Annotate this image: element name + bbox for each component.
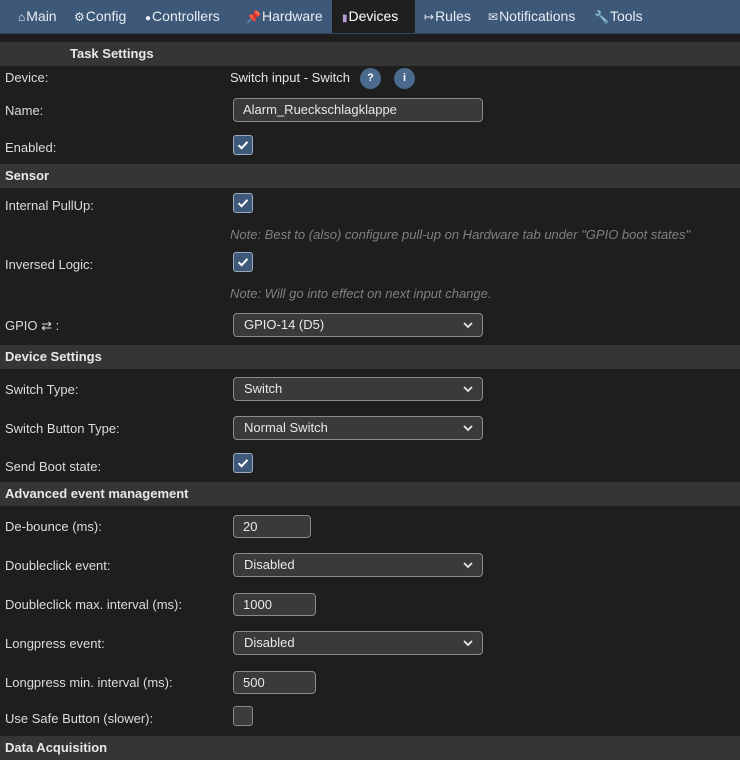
checkmark-icon <box>237 258 249 267</box>
tab-tools[interactable]: 🔧Tools <box>594 0 643 33</box>
tab-devices[interactable]: ▮Devices <box>332 0 415 33</box>
longpress-label: Longpress event: <box>5 636 105 651</box>
enabled-checkbox[interactable] <box>233 135 253 155</box>
button-type-value: Normal Switch <box>244 420 328 435</box>
chevron-down-icon <box>463 386 473 393</box>
gpio-select-value: GPIO-14 (D5) <box>244 317 325 332</box>
tab-config-label: Config <box>85 8 127 24</box>
envelope-icon: ✉ <box>488 10 499 24</box>
boot-state-checkbox[interactable] <box>233 453 253 473</box>
doubleclick-label: Doubleclick event: <box>5 558 111 573</box>
debounce-label: De-bounce (ms): <box>5 519 102 534</box>
tab-devices-label: Devices <box>348 8 399 24</box>
tab-main[interactable]: ⌂Main <box>18 0 57 33</box>
safe-button-label: Use Safe Button (slower): <box>5 711 154 726</box>
gpio-select[interactable]: GPIO-14 (D5) <box>233 313 483 337</box>
pullup-note: Note: Best to (also) configure pull-up o… <box>230 227 691 242</box>
tab-rules-label: Rules <box>435 8 471 24</box>
tab-hardware[interactable]: 📌Hardware <box>246 0 323 33</box>
checkmark-icon <box>237 199 249 208</box>
tab-rules[interactable]: ↦Rules <box>424 0 471 33</box>
switch-type-value: Switch <box>244 381 283 396</box>
tab-tools-label: Tools <box>609 8 643 24</box>
boot-state-label: Send Boot state: <box>5 459 102 474</box>
wrench-icon: 🔧 <box>594 10 609 24</box>
plug-icon: ▮ <box>342 13 348 24</box>
inversed-note: Note: Will go into effect on next input … <box>230 286 492 301</box>
inversed-label: Inversed Logic: <box>5 257 94 272</box>
home-icon: ⌂ <box>18 10 26 24</box>
inversed-checkbox[interactable] <box>233 252 253 272</box>
enabled-label: Enabled: <box>5 140 57 155</box>
gpio-label: GPIO ⇄ : <box>5 318 60 333</box>
section-data-acquisition: Data Acquisition <box>0 736 740 760</box>
arrow-right-icon: ↦ <box>424 10 435 24</box>
debounce-input[interactable]: 20 <box>233 515 311 538</box>
device-label: Device: <box>5 70 49 85</box>
section-device-settings: Device Settings <box>0 345 740 369</box>
section-advanced-events: Advanced event management <box>0 482 740 506</box>
safe-button-checkbox[interactable] <box>233 706 253 726</box>
pullup-label: Internal PullUp: <box>5 198 94 213</box>
lp-interval-label: Longpress min. interval (ms): <box>5 675 173 690</box>
tab-notifications-label: Notifications <box>499 8 576 24</box>
button-type-select[interactable]: Normal Switch <box>233 416 483 440</box>
lp-interval-input[interactable]: 500 <box>233 671 316 694</box>
tab-controllers[interactable]: ●Controllers <box>145 0 220 33</box>
section-sensor: Sensor <box>0 164 740 188</box>
tab-hardware-label: Hardware <box>261 8 323 24</box>
tab-main-label: Main <box>26 8 57 24</box>
checkmark-icon <box>237 459 249 468</box>
tab-config[interactable]: ⚙Config <box>74 0 126 33</box>
device-value: Switch input - Switch <box>230 70 350 85</box>
switch-type-select[interactable]: Switch <box>233 377 483 401</box>
tab-controllers-label: Controllers <box>152 8 220 24</box>
gear-icon: ⚙ <box>74 10 85 24</box>
dc-interval-label: Doubleclick max. interval (ms): <box>5 597 182 612</box>
top-nav: ⌂Main ⚙Config ●Controllers 📌Hardware ▮De… <box>0 0 740 34</box>
longpress-select[interactable]: Disabled <box>233 631 483 655</box>
chevron-down-icon <box>463 322 473 329</box>
button-type-label: Switch Button Type: <box>5 421 120 436</box>
doubleclick-value: Disabled <box>244 557 295 572</box>
name-label: Name: <box>5 103 44 118</box>
section-task-settings: Task Settings <box>0 42 740 66</box>
info-icon[interactable]: i <box>394 68 415 89</box>
checkmark-icon <box>237 141 249 150</box>
help-icon[interactable]: ? <box>360 68 381 89</box>
doubleclick-select[interactable]: Disabled <box>233 553 483 577</box>
chevron-down-icon <box>463 425 473 432</box>
pullup-checkbox[interactable] <box>233 193 253 213</box>
dc-interval-input[interactable]: 1000 <box>233 593 316 616</box>
chevron-down-icon <box>463 562 473 569</box>
name-input[interactable]: Alarm_Rueckschlagklappe <box>233 98 483 122</box>
tab-notifications[interactable]: ✉Notifications <box>488 0 575 33</box>
switch-type-label: Switch Type: <box>5 382 79 397</box>
speech-bubble-icon: ● <box>145 13 152 24</box>
chevron-down-icon <box>463 640 473 647</box>
pushpin-icon: 📌 <box>246 10 261 24</box>
longpress-value: Disabled <box>244 635 295 650</box>
